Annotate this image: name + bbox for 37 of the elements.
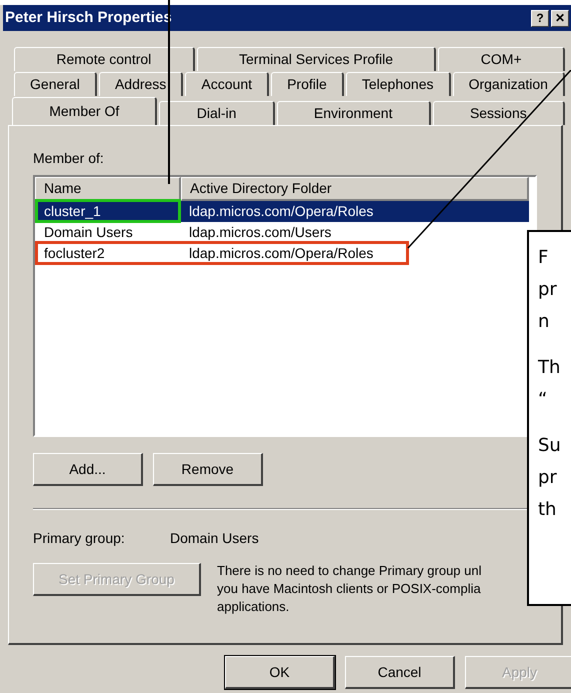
tab[interactable]: Environment — [276, 101, 431, 125]
dialog-button[interactable]: Cancel — [345, 656, 455, 689]
table-cell-text: Domain Users — [43, 223, 134, 242]
dialog-button[interactable]: Remove — [153, 453, 263, 486]
dialog-button[interactable]: OK — [225, 656, 335, 689]
tab[interactable]: Sessions — [432, 101, 565, 125]
tab[interactable]: Remote control — [14, 47, 195, 71]
primary-group-value: Domain Users — [170, 529, 259, 548]
table-cell-text: ldap.micros.com/Opera/Roles — [188, 244, 374, 263]
tab[interactable]: Dial-in — [159, 101, 275, 125]
tab[interactable]: Member Of — [12, 97, 158, 125]
tab[interactable]: Account — [185, 72, 270, 96]
column-header[interactable]: Name — [35, 177, 181, 201]
close-button[interactable]: ✕ — [551, 10, 569, 26]
primary-group-note: There is no need to change Primary group unl you have Macintosh clients or POSIX-complia applications. — [217, 562, 482, 616]
column-header[interactable]: Active Directory Folder — [181, 177, 529, 201]
callout-text: Su pr th — [538, 434, 562, 522]
tab[interactable]: General — [14, 72, 97, 96]
list-row[interactable]: cluster_1 ldap.micros.com/Opera/Roles — [35, 201, 529, 222]
help-button[interactable]: ? — [531, 10, 549, 26]
dialog-button[interactable]: Add... — [33, 453, 143, 486]
tab[interactable]: Telephones — [346, 72, 451, 96]
table-cell-text: focluster2 — [43, 244, 106, 263]
table-cell: ldap.micros.com/Opera/Roles — [181, 201, 529, 222]
callout-text: F pr n — [538, 246, 558, 334]
primary-group-label: Primary group: — [33, 529, 126, 548]
member-of-label: Member of: — [33, 149, 105, 168]
tab[interactable]: Profile — [271, 72, 344, 96]
window-title: Peter Hirsch Properties — [5, 8, 172, 28]
tab[interactable]: Organization — [452, 72, 566, 96]
tab[interactable]: Terminal Services Profile — [196, 47, 436, 71]
tab[interactable]: Address — [98, 72, 184, 96]
callout-text: Th “ — [538, 356, 562, 412]
list-row[interactable]: focluster2 ldap.micros.com/Opera/Roles — [35, 243, 529, 264]
tab[interactable]: COM+ — [438, 47, 565, 71]
table-cell-text: ldap.micros.com/Users — [188, 223, 332, 242]
list-row[interactable]: Domain Users ldap.micros.com/Users — [35, 222, 529, 243]
